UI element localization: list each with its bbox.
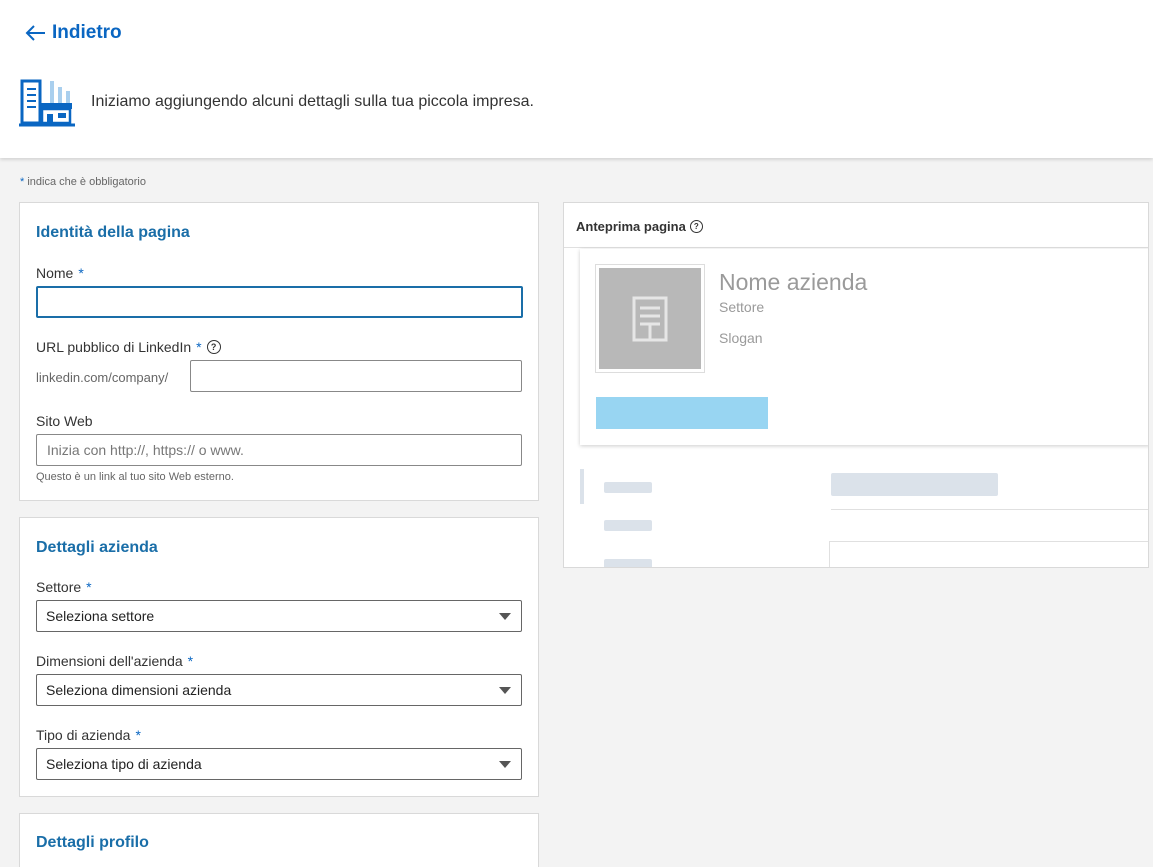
sector-label-text: Settore (36, 579, 82, 595)
company-size-select-value: Seleziona dimensioni azienda (46, 682, 232, 698)
intro-text: Iniziamo aggiungendo alcuni dettagli sul… (91, 93, 534, 110)
page-preview-panel: Anteprima pagina ? Nome azienda Settore … (563, 202, 1149, 568)
company-details-card: Dettagli azienda Settore * Seleziona sett… (19, 517, 539, 797)
required-star: * (196, 339, 202, 355)
company-type-select[interactable]: Seleziona tipo di azienda (36, 748, 522, 780)
profile-details-title: Dettagli profilo (36, 834, 149, 851)
skeleton-nav-item (580, 548, 806, 567)
profile-details-card: Dettagli profilo (19, 813, 539, 867)
required-star: * (86, 579, 92, 595)
company-building-icon (19, 79, 75, 127)
sector-label: Settore * (36, 579, 92, 595)
company-size-label-text: Dimensioni dell'azienda (36, 653, 183, 669)
preview-header: Anteprima pagina ? (576, 219, 703, 234)
help-icon[interactable]: ? (689, 220, 703, 233)
skeleton-heading (831, 473, 998, 496)
linkedin-url-input[interactable] (190, 360, 522, 392)
help-icon[interactable]: ? (206, 340, 221, 354)
company-details-title: Dettagli azienda (36, 539, 158, 556)
company-type-label: Tipo di azienda * (36, 727, 141, 743)
website-label: Sito Web (36, 413, 93, 429)
company-logo-placeholder (595, 264, 705, 373)
building-icon (632, 296, 668, 341)
url-prefix: linkedin.com/company/ (36, 370, 169, 385)
required-star: * (135, 727, 141, 743)
arrow-left-icon (25, 25, 45, 41)
sector-select-value: Seleziona settore (46, 608, 155, 624)
required-star: * (187, 653, 194, 669)
page-identity-title: Identità della pagina (36, 224, 190, 241)
skeleton-nav-item (580, 509, 806, 542)
linkedin-url-label: URL pubblico di LinkedIn * ? (36, 339, 221, 355)
name-input[interactable] (36, 286, 523, 318)
skeleton-content-card (829, 541, 1148, 567)
skeleton-nav-item (580, 469, 806, 504)
required-star: * (78, 265, 84, 281)
company-size-label: Dimensioni dell'azienda * (36, 653, 193, 669)
website-hint: Questo è un link al tuo sito Web esterno… (36, 471, 234, 483)
required-note: * indica che è obbligatorio (20, 176, 146, 188)
back-button[interactable]: Indietro (24, 22, 122, 44)
linkedin-url-label-text: URL pubblico di LinkedIn (36, 339, 192, 355)
name-label: Nome * (36, 265, 84, 281)
name-label-text: Nome (36, 265, 74, 281)
preview-follow-button-placeholder (596, 397, 768, 429)
back-label: Indietro (52, 22, 122, 43)
page-identity-card: Identità della pagina Nome * URL pubblico… (19, 202, 539, 501)
sector-select[interactable]: Seleziona settore (36, 600, 522, 632)
chevron-down-icon (499, 687, 511, 694)
company-type-label-text: Tipo di azienda (36, 727, 131, 743)
preview-company-card: Nome azienda Settore Slogan (580, 249, 1148, 445)
website-input[interactable] (36, 434, 522, 466)
page-header: Indietro Iniziamo aggiungendo alcuni det… (0, 0, 1153, 158)
preview-slogan: Slogan (719, 330, 763, 346)
preview-sector: Settore (719, 299, 765, 315)
preview-title: Anteprima pagina (576, 219, 686, 234)
divider (564, 247, 1148, 248)
chevron-down-icon (499, 613, 511, 620)
chevron-down-icon (499, 761, 511, 768)
company-size-select[interactable]: Seleziona dimensioni azienda (36, 674, 522, 706)
required-note-text: indica che è obbligatorio (24, 176, 146, 188)
skeleton-divider (831, 509, 1148, 510)
preview-company-name: Nome azienda (719, 269, 868, 295)
website-label-text: Sito Web (36, 413, 93, 429)
company-type-select-value: Seleziona tipo di azienda (46, 756, 202, 772)
